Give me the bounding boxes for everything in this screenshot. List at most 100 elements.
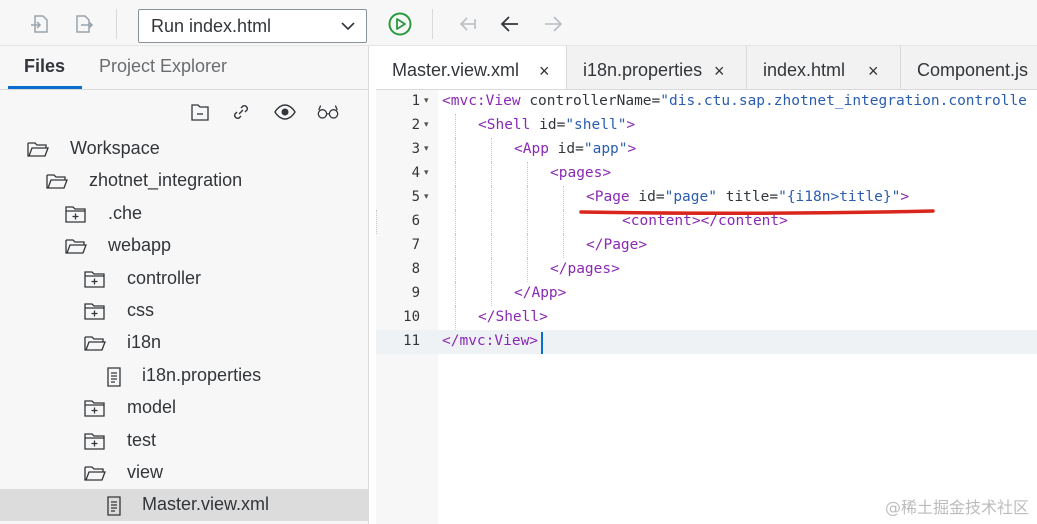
code-token: "dis.ctu.sap.zhotnet_integration.control… [660, 93, 1027, 109]
indent-guide [527, 234, 528, 258]
file-explorer-pane: Files Project Explorer Workspace zhotnet_… [0, 46, 369, 524]
indent-guide [527, 210, 528, 234]
indent-guide [455, 114, 456, 138]
tree-item[interactable]: Workspace [0, 133, 369, 165]
file-icon [104, 495, 128, 517]
tree-item-label: controller [127, 267, 202, 288]
indent-guide [491, 258, 492, 282]
editor-tab-label: Master.view.xml [392, 60, 520, 80]
fold-toggle-icon[interactable]: ▾ [424, 191, 429, 202]
tree-item[interactable]: controller [0, 263, 369, 295]
close-icon[interactable]: × [539, 61, 550, 82]
fold-toggle-icon[interactable]: ▾ [424, 143, 429, 154]
indent-guide [491, 186, 492, 210]
indent-guide [455, 186, 456, 210]
folder-open-icon [26, 139, 50, 159]
code-token: <App [514, 141, 558, 157]
eye-icon[interactable] [273, 100, 297, 124]
code-line: 8 </pages> [376, 258, 1037, 282]
indent-guide [455, 306, 456, 330]
tree-item[interactable]: i18n.properties [0, 360, 369, 392]
import-icon[interactable] [26, 11, 52, 37]
run-icon[interactable] [387, 11, 413, 37]
folder-closed-icon [83, 301, 107, 321]
fold-toggle-icon[interactable]: ▾ [424, 119, 429, 130]
code-line: 7 </Page> [376, 234, 1037, 258]
code-text: </pages> [550, 261, 620, 277]
watermark: @稀土掘金技术社区 [884, 498, 1029, 517]
glasses-icon[interactable] [316, 100, 340, 124]
code-line: 11 </mvc:View> [376, 330, 1037, 354]
tree-item-label: webapp [108, 235, 172, 256]
indent-guide [491, 210, 492, 234]
code-editor: Master.view.xml × i18n.properties × index.ht… [376, 46, 1037, 524]
editor-tab[interactable]: Master.view.xml × [376, 46, 567, 89]
indent-guide [455, 138, 456, 162]
code-token: </pages> [550, 261, 620, 277]
indent-guide [455, 210, 456, 234]
code-token: id= [539, 117, 566, 133]
code-text: </Page> [586, 237, 647, 253]
tree-item[interactable]: webapp [0, 230, 369, 262]
link-icon[interactable] [229, 100, 253, 124]
tree-item[interactable]: .che [0, 198, 369, 230]
indent-guide [491, 234, 492, 258]
new-folder-icon[interactable] [188, 100, 212, 124]
code-text: <content></content> [622, 213, 788, 229]
run-configuration-label: Run index.html [151, 16, 272, 36]
step-back-icon[interactable] [455, 11, 481, 37]
code-token: "app" [583, 141, 628, 157]
line-number: 1 [411, 93, 420, 109]
line-number: 8 [411, 261, 420, 277]
forward-icon[interactable] [540, 11, 566, 37]
code-token: "{i18n>title}" [778, 189, 901, 205]
code-token: title= [716, 189, 779, 205]
indent-guide [455, 258, 456, 282]
tree-item[interactable]: model [0, 392, 369, 424]
tree-item[interactable]: view [0, 457, 369, 489]
code-line: 10 </Shell> [376, 306, 1037, 330]
editor-tab[interactable]: Component.js [901, 46, 1037, 89]
indent-guide [527, 258, 528, 282]
tree-item-label: .che [108, 202, 143, 223]
tree-item[interactable]: test [0, 425, 369, 457]
code-token: </Shell> [478, 309, 548, 325]
code-token: </mvc:View> [442, 333, 539, 349]
close-icon[interactable]: × [868, 61, 879, 82]
file-icon [104, 366, 128, 387]
indent-guide [455, 282, 456, 306]
indent-guide [527, 186, 528, 210]
editor-tab-label: i18n.properties [583, 60, 703, 80]
code-token: "shell" [565, 117, 627, 133]
run-configuration-select[interactable]: Run index.html [138, 9, 367, 43]
tree-item[interactable]: Master.view.xml [0, 489, 369, 522]
export-icon[interactable] [70, 11, 96, 37]
folder-open-icon [45, 171, 69, 191]
code-text: <Page id="page" title="{i18n>title}"> [586, 189, 909, 205]
editor-tab[interactable]: i18n.properties × [567, 46, 747, 89]
tab-project-explorer[interactable]: Project Explorer [99, 56, 227, 77]
line-number: 10 [403, 309, 420, 325]
indent-guide [455, 234, 456, 258]
tree-item[interactable]: css [0, 295, 369, 327]
tree-item[interactable]: i18n [0, 327, 369, 359]
back-icon[interactable] [497, 11, 523, 37]
close-icon[interactable]: × [714, 61, 725, 82]
folder-closed-icon [83, 269, 107, 289]
fold-toggle-icon[interactable]: ▾ [424, 167, 429, 178]
tree-item[interactable]: zhotnet_integration [0, 165, 369, 197]
code-token: <pages> [550, 165, 612, 181]
fold-toggle-icon[interactable]: ▾ [424, 95, 429, 106]
tab-files[interactable]: Files [24, 56, 65, 77]
tree-item-label: view [127, 462, 164, 482]
tree-item-label: model [127, 397, 177, 418]
editor-tab[interactable]: index.html × [747, 46, 901, 89]
main-toolbar: Run index.html [0, 0, 1037, 46]
code-area[interactable]: 1 ▾ <mvc:View controllerName="dis.ctu.sap.… [376, 90, 1037, 524]
line-number: 6 [411, 213, 420, 229]
code-token: > [627, 141, 637, 157]
code-token: > [900, 189, 910, 205]
code-line: 5 ▾ <Page id="page" title="{i18n>title}"> [376, 186, 1037, 210]
line-number: 2 [411, 117, 420, 133]
line-number: 5 [411, 189, 420, 205]
